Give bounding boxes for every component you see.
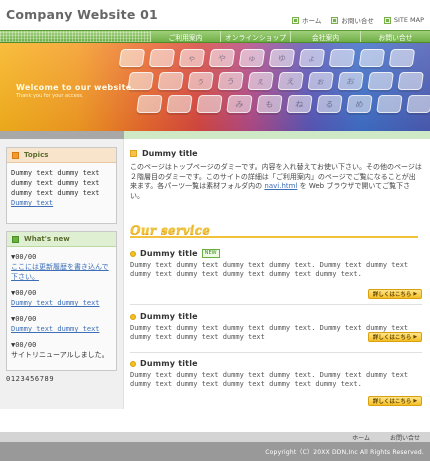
service-title-row: Dummy title: [130, 359, 422, 368]
more-details-label: 詳しくはこちら: [372, 335, 412, 341]
topics-heading: Topics: [24, 151, 49, 159]
util-sitemap-link[interactable]: SITE MAP: [383, 15, 424, 25]
news-entry: ▼00/00 サイトリニューアルしました。: [11, 340, 112, 360]
footer-home-link[interactable]: ホーム: [352, 433, 370, 442]
global-nav: ご利用案内 オンラインショップ 会社案内 お問い合せ: [0, 30, 430, 43]
utility-nav: ホーム お問い合せ SITE MAP: [292, 15, 424, 25]
service-title: Dummy title: [140, 249, 198, 258]
access-counter: 0123456789: [6, 375, 55, 383]
more-details-button[interactable]: 詳しくはこちら ▶: [368, 289, 422, 299]
intro-paragraph: このページはトップページのダミーです。内容を入れ替えてお使い下さい。その他のペー…: [130, 163, 422, 201]
news-date: ▼00/00: [11, 341, 37, 349]
news-date: ▼00/00: [11, 289, 37, 297]
sidebar: Topics Dummy text dummy text dummy text …: [0, 139, 124, 409]
footer-nav: ホーム お問い合せ: [0, 432, 430, 442]
copyright: Copyright（C）20XX DDN,Inc All Rights Rese…: [265, 449, 424, 456]
header: Company Website 01 ホーム お問い合せ SITE MAP: [0, 0, 430, 30]
news-link[interactable]: Dummy text dummy text: [11, 298, 112, 308]
nav-items: ご利用案内 オンラインショップ 会社案内 お問い合せ: [150, 31, 430, 42]
topics-body: Dummy text dummy text dummy text dummy t…: [7, 163, 116, 212]
yellow-dot-icon: [130, 313, 136, 320]
nav-item-online-shop[interactable]: オンラインショップ: [220, 31, 290, 42]
util-home-link[interactable]: ホーム: [292, 15, 321, 25]
hero-text: Welcome to our website. Thank you for yo…: [16, 83, 135, 99]
left-separator-bar: [0, 131, 124, 139]
service-text: Dummy text dummy text dummy text dummy t…: [130, 261, 409, 278]
square-bullet-icon: [292, 16, 300, 24]
service-text: Dummy text dummy text dummy text dummy t…: [130, 371, 409, 388]
yellow-square-icon: [130, 150, 137, 157]
topics-header: Topics: [7, 148, 116, 163]
arrow-right-icon: ▶: [413, 334, 418, 340]
navi-html-link[interactable]: navi.html: [264, 182, 297, 190]
more-details-label: 詳しくはこちら: [372, 399, 412, 405]
nav-item-contact[interactable]: お問い合せ: [360, 31, 430, 42]
news-date: ▼00/00: [11, 315, 37, 323]
service-title: Dummy title: [140, 359, 198, 368]
util-home-label: ホーム: [302, 17, 322, 25]
nav-item-guide[interactable]: ご利用案内: [150, 31, 220, 42]
whats-new-heading: What's new: [24, 235, 70, 243]
footer-contact-link[interactable]: お問い合せ: [390, 433, 420, 442]
news-entry: ▼00/00 ここには更新履歴を書き込んで下さい。: [11, 252, 112, 282]
square-bullet-icon: [383, 16, 391, 24]
service-heading: Our service: [130, 223, 211, 237]
whats-new-body: ▼00/00 ここには更新履歴を書き込んで下さい。 ▼00/00 Dummy t…: [7, 247, 116, 370]
new-badge: NEW: [201, 249, 220, 258]
news-entry: ▼00/00 Dummy text dummy text: [11, 288, 112, 308]
more-details-button[interactable]: 詳しくはこちら ▶: [368, 332, 422, 342]
more-details-label: 詳しくはこちら: [372, 292, 412, 298]
service-item: Dummy title Dummy text dummy text dummy …: [130, 359, 422, 415]
hero-title: Welcome to our website.: [16, 83, 135, 92]
service-item: Dummy title NEW Dummy text dummy text du…: [130, 249, 422, 305]
main-title: Dummy title: [142, 149, 198, 158]
square-bullet-icon: [331, 16, 339, 24]
service-underline: [130, 236, 418, 238]
main-title-row: Dummy title: [130, 149, 198, 158]
news-entry: ▼00/00 Dummy text dummy text: [11, 314, 112, 334]
news-date: ▼00/00: [11, 253, 37, 261]
whats-new-header: What's new: [7, 232, 116, 247]
site-title[interactable]: Company Website 01: [6, 7, 158, 22]
service-item: Dummy title Dummy text dummy text dummy …: [130, 312, 422, 356]
footer: Copyright（C）20XX DDN,Inc All Rights Rese…: [0, 442, 430, 461]
topics-link[interactable]: Dummy text: [11, 198, 112, 208]
nav-pattern: [0, 31, 150, 42]
yellow-dot-icon: [130, 250, 136, 257]
util-sitemap-label: SITE MAP: [393, 16, 424, 24]
green-square-icon: [12, 235, 19, 243]
main-content: Dummy title このページはトップページのダミーです。内容を入れ替えてお…: [124, 139, 430, 419]
orange-square-icon: [12, 151, 19, 159]
util-contact-label: お問い合せ: [341, 17, 374, 25]
util-contact-link[interactable]: お問い合せ: [331, 15, 374, 25]
service-title-row: Dummy title: [130, 312, 422, 321]
service-title-row: Dummy title NEW: [130, 249, 422, 258]
service-heading-block: Our service: [130, 223, 418, 238]
topics-box: Topics Dummy text dummy text dummy text …: [6, 147, 117, 224]
nav-item-company[interactable]: 会社案内: [290, 31, 360, 42]
hero-subtitle: Thank you for your access.: [16, 93, 84, 99]
news-link[interactable]: ここには更新履歴を書き込んで下さい。: [11, 262, 112, 282]
hero-banner: ゃ や ゅ ゆ ょ ぅ う ぇ え ぉ お み も ね: [0, 43, 430, 131]
arrow-right-icon: ▶: [413, 291, 418, 297]
news-text: サイトリニューアルしました。: [11, 351, 109, 359]
topics-text: Dummy text dummy text dummy text dummy t…: [11, 169, 100, 197]
service-title: Dummy title: [140, 312, 198, 321]
service-divider: [130, 304, 422, 305]
arrow-right-icon: ▶: [413, 398, 418, 404]
more-details-button[interactable]: 詳しくはこちら ▶: [368, 396, 422, 406]
right-separator-bar: [124, 131, 430, 139]
whats-new-box: What's new ▼00/00 ここには更新履歴を書き込んで下さい。 ▼00…: [6, 231, 117, 371]
yellow-dot-icon: [130, 360, 136, 367]
service-divider: [130, 352, 422, 353]
news-link[interactable]: Dummy text dummy text: [11, 324, 112, 334]
